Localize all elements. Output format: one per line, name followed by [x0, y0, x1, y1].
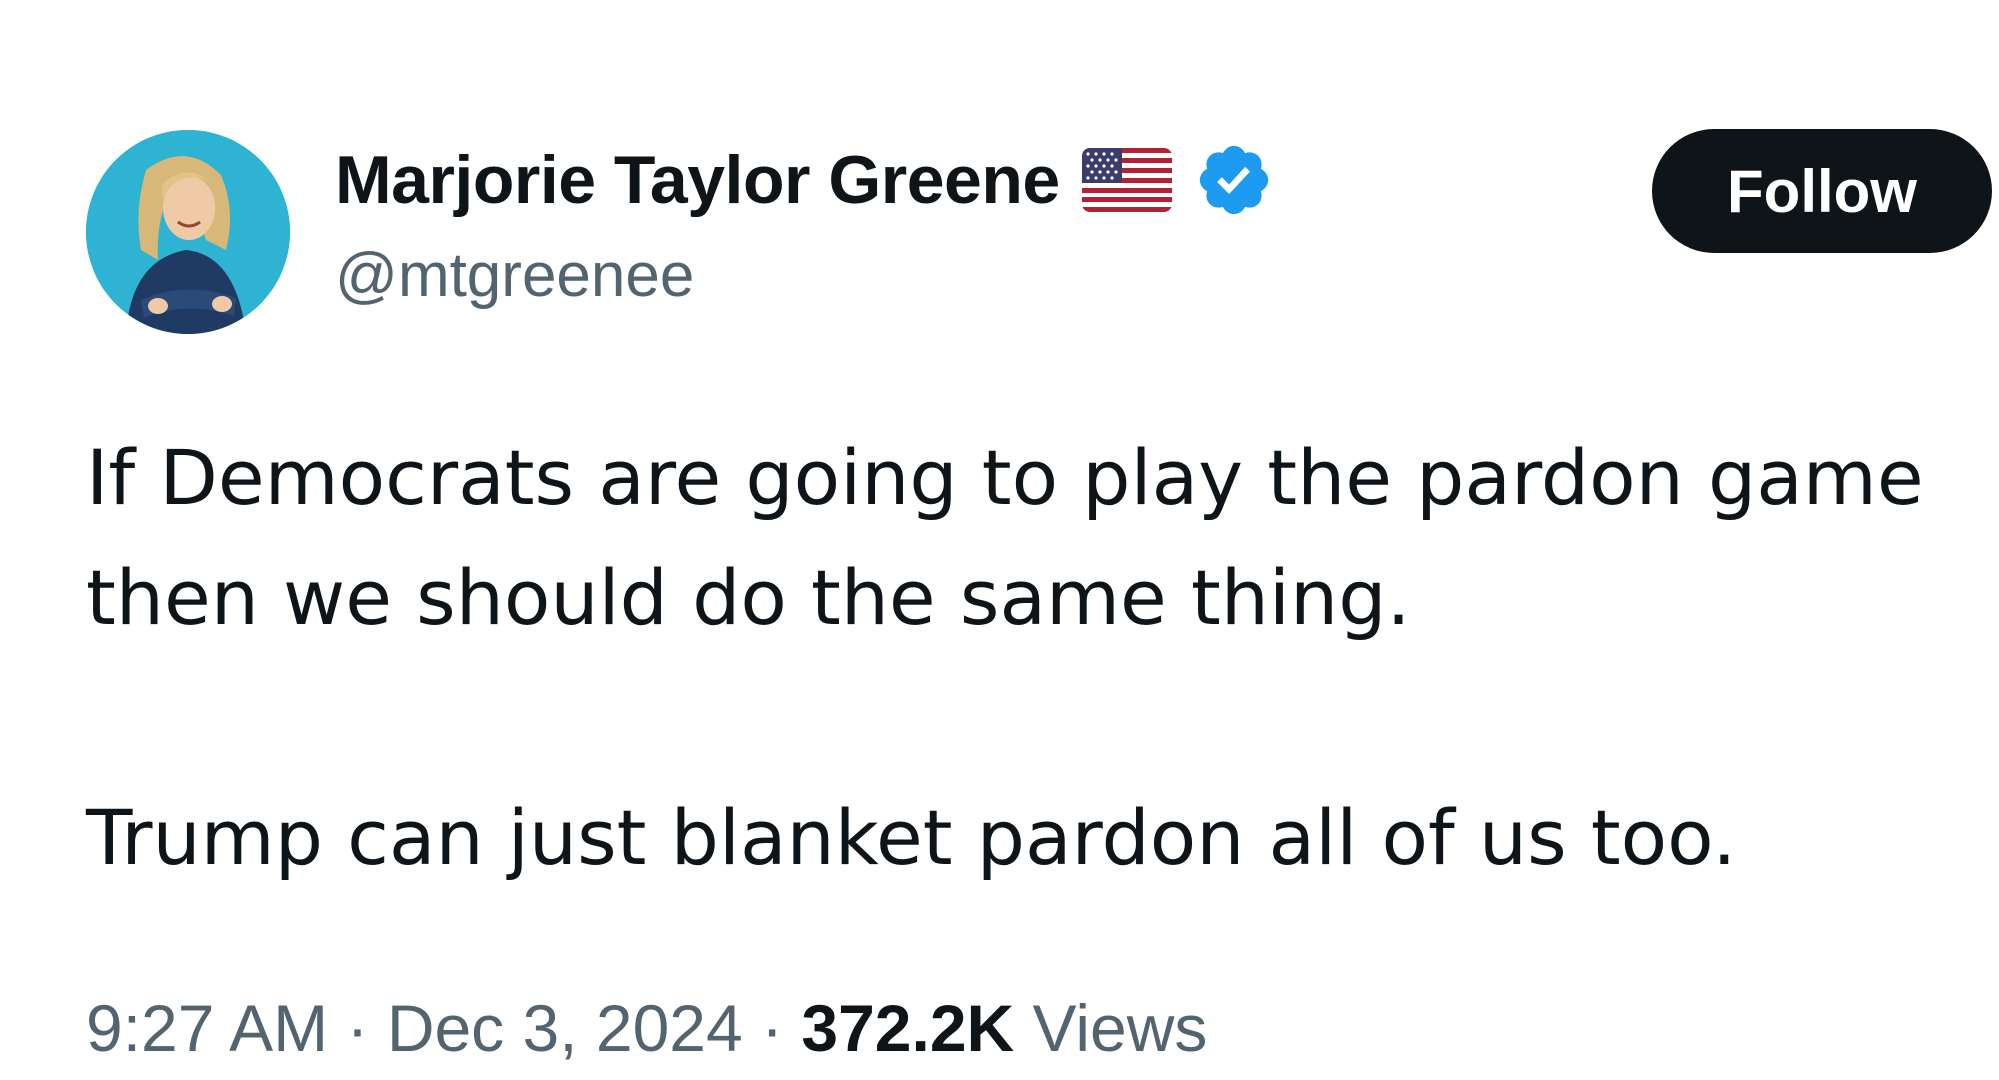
meta-separator: ·: [328, 991, 387, 1065]
avatar-photo: [86, 130, 290, 334]
tweet-meta: 9:27 AM · Dec 3, 2024 · 372.2K Views: [86, 990, 1207, 1066]
us-flag-icon: [1081, 148, 1172, 212]
author-display-name[interactable]: Marjorie Taylor Greene: [335, 141, 1060, 219]
tweet-time[interactable]: 9:27 AM: [86, 991, 328, 1065]
author-handle[interactable]: @mtgreenee: [335, 240, 694, 311]
tweet-text-line: If Democrats are going to play the pardo…: [86, 433, 1924, 522]
tweet-date[interactable]: Dec 3, 2024: [387, 991, 743, 1065]
verified-badge-icon[interactable]: [1194, 140, 1274, 220]
meta-separator: ·: [742, 991, 802, 1065]
author-name-row: Marjorie Taylor Greene: [335, 140, 1274, 220]
tweet-text-line: Trump can just blanket pardon all of us …: [86, 793, 1737, 882]
views-label: Views: [1014, 991, 1208, 1065]
avatar[interactable]: [86, 130, 290, 334]
follow-button[interactable]: Follow: [1652, 129, 1992, 253]
tweet-text-line: then we should do the same thing.: [86, 553, 1411, 642]
tweet-body: If Democrats are going to play the pardo…: [86, 418, 1986, 898]
views-count[interactable]: 372.2K: [801, 991, 1014, 1065]
